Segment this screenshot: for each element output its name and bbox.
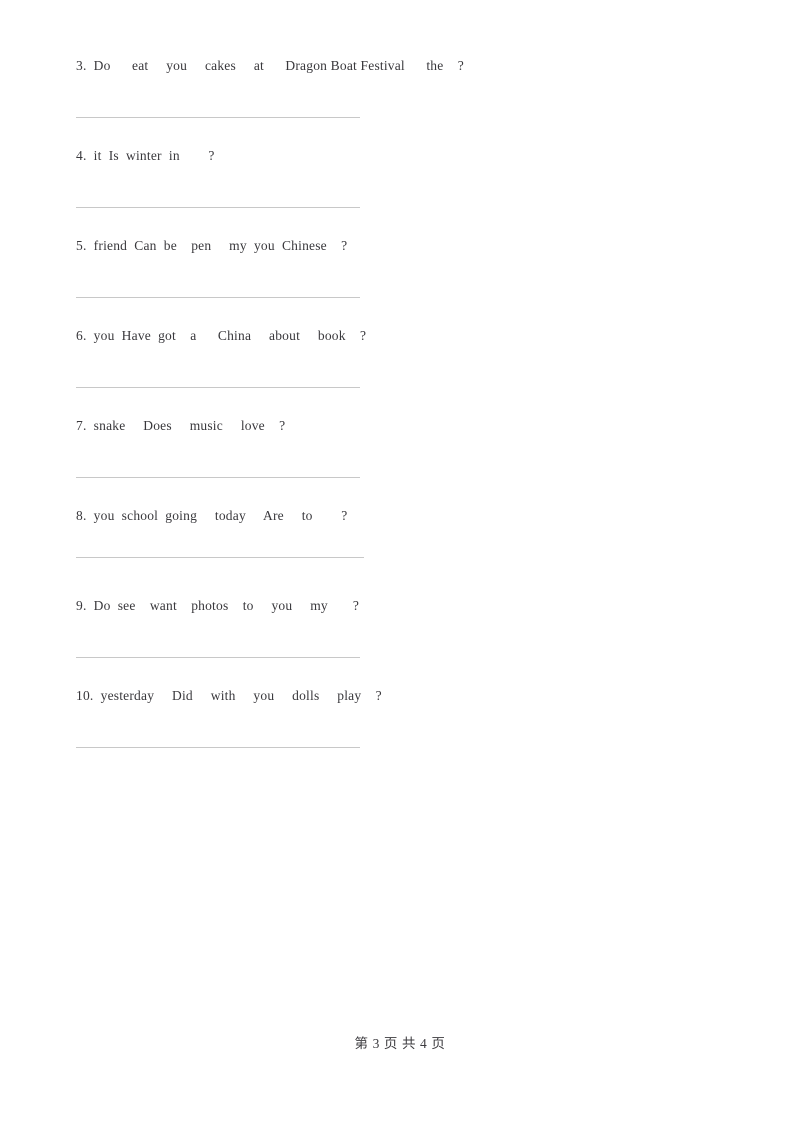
worksheet-page: 3. Do eat you cakes at Dragon Boat Festi… (0, 0, 800, 1132)
answer-rule-9[interactable] (76, 657, 360, 658)
answer-rule-3[interactable] (76, 117, 360, 118)
exercise-text-8: 8. you school going today Are to ? (76, 508, 348, 523)
exercise-text-3: 3. Do eat you cakes at Dragon Boat Festi… (76, 58, 464, 73)
answer-rule-7[interactable] (76, 477, 360, 478)
answer-rule-8[interactable] (76, 557, 364, 558)
exercise-text-7: 7. snake Does music love ? (76, 418, 286, 433)
answer-rule-5[interactable] (76, 297, 360, 298)
answer-rule-4[interactable] (76, 207, 360, 208)
exercise-text-5: 5. friend Can be pen my you Chinese ? (76, 238, 348, 253)
answer-rule-6[interactable] (76, 387, 360, 388)
page-footer: 第 3 页 共 4 页 (354, 1036, 446, 1051)
exercise-text-4: 4. it Is winter in ? (76, 148, 215, 163)
answer-rule-10[interactable] (76, 747, 360, 748)
exercise-text-9: 9. Do see want photos to you my ? (76, 598, 360, 613)
exercise-text-6: 6. you Have got a China about book ? (76, 328, 367, 343)
exercise-text-10: 10. yesterday Did with you dolls play ? (76, 688, 382, 703)
